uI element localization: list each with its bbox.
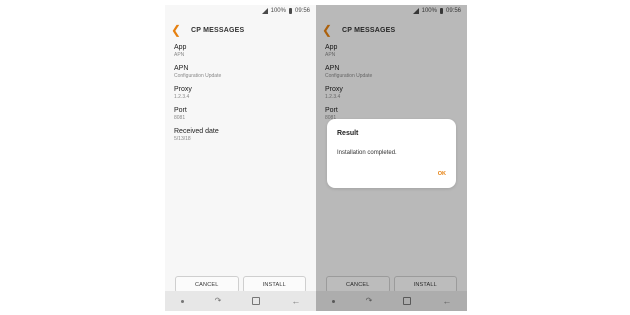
- list-item-received-date: Received date 5/13/18: [174, 127, 307, 148]
- item-label: App: [174, 44, 187, 51]
- recents-icon[interactable]: ↷: [215, 297, 222, 305]
- back-arrow-icon[interactable]: ←: [291, 296, 300, 306]
- item-value: 5/13/18: [174, 136, 191, 142]
- navigation-bar: ↷ ←: [165, 291, 316, 311]
- item-label: Received date: [174, 128, 219, 135]
- list-item-app: App APN: [174, 43, 307, 64]
- clock: 09:56: [294, 8, 310, 14]
- status-bar: 100% 09:56: [165, 5, 316, 17]
- chevron-left-icon[interactable]: ❮: [171, 24, 189, 36]
- item-label: APN: [174, 65, 189, 72]
- list-item-apn: APN Configuration Update: [174, 64, 307, 85]
- item-value: 1.2.3.4: [174, 94, 190, 100]
- app-header: ❮ CP MESSAGES: [165, 17, 316, 43]
- dialog-message: Installation completed.: [337, 150, 397, 156]
- dot-icon[interactable]: [180, 299, 184, 303]
- phone-screen-left: 100% 09:56 ❮ CP MESSAGES App APN APN Con…: [165, 5, 316, 311]
- message-details-list: App APN APN Configuration Update Proxy 1…: [174, 43, 307, 148]
- item-value: APN: [174, 52, 185, 58]
- battery-percent: 100%: [270, 8, 286, 14]
- wifi-signal-icon: [261, 8, 268, 14]
- battery-icon: [288, 8, 292, 14]
- item-value: 8081: [174, 115, 186, 121]
- dialog-title: Result: [337, 130, 359, 137]
- phone-screen-right: 100% 09:56 ❮ CP MESSAGES App APN APN Con…: [316, 5, 467, 311]
- item-value: Configuration Update: [174, 73, 222, 79]
- page-title: CP MESSAGES: [191, 26, 245, 34]
- list-item-port: Port 8081: [174, 106, 307, 127]
- item-label: Port: [174, 107, 187, 114]
- item-label: Proxy: [174, 86, 192, 93]
- result-dialog: Result Installation completed. OK: [327, 119, 456, 188]
- list-item-proxy: Proxy 1.2.3.4: [174, 85, 307, 106]
- home-icon[interactable]: [252, 297, 261, 305]
- ok-button[interactable]: OK: [438, 171, 446, 177]
